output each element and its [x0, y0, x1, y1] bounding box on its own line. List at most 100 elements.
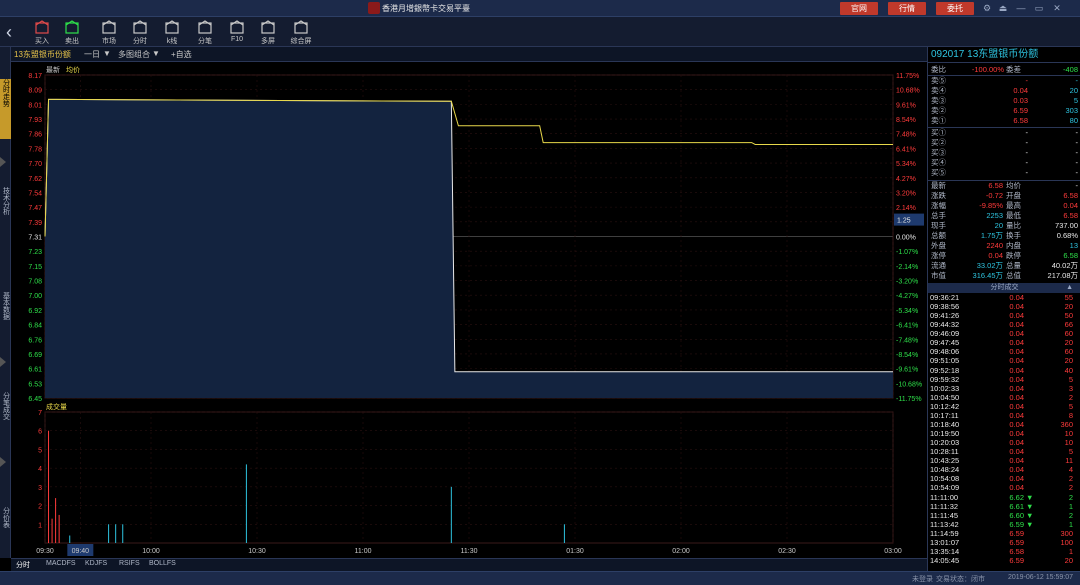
toolbar-label: 多屏: [261, 38, 275, 45]
tab-bollfs[interactable]: BOLLFS: [149, 560, 176, 567]
sidebar-label: 分价表: [2, 507, 10, 528]
volume: 303: [1065, 106, 1078, 115]
tab-timeshare[interactable]: 分时: [16, 560, 30, 570]
order-button[interactable]: 委托: [936, 2, 974, 15]
price: 0.04: [1013, 86, 1028, 95]
y-tick-label: 8.09: [28, 88, 42, 95]
detail-row: 现手 20 量比 737.00: [928, 221, 1080, 231]
bid-row: 买⑤ - -: [928, 168, 1080, 178]
sidebar-arrow-icon[interactable]: [0, 157, 6, 167]
price: 6.59: [1013, 106, 1028, 115]
trades-header-label: 分时成交: [990, 284, 1019, 291]
volume-tick-label: 6: [38, 429, 42, 436]
timeshare-icon: [133, 20, 147, 34]
toolbar: ‹ 买入 卖出 市场 分时 k线 分笔 F10 多屏 综合屏: [0, 17, 1080, 47]
y-tick-label: 7.70: [28, 161, 42, 168]
value: -408: [1062, 65, 1078, 74]
quote-panel: 092017 13东盟银币份额 委比 -100.00% 委差 -408 卖⑤ - - 卖④ 0.…: [927, 47, 1080, 571]
x-tick-label: 11:30: [461, 548, 478, 555]
toolbar-label: 分笔: [198, 38, 212, 45]
trade-volume: 20: [1064, 556, 1073, 566]
toolbar-document-button[interactable]: F10: [224, 19, 250, 45]
toolbar-house-sell-button[interactable]: 卖出: [59, 19, 85, 45]
trades-header[interactable]: 分时成交 ▲: [928, 283, 1080, 293]
y-tick-label-pct: 2.14%: [896, 205, 916, 212]
tab-macdfs[interactable]: MACDFS: [46, 560, 76, 567]
label: 卖③: [931, 96, 946, 105]
toolbar-label: F10: [230, 36, 244, 43]
y-tick-label: 7.31: [28, 235, 42, 242]
label: 买②: [931, 138, 946, 147]
x-tick-label: 02:00: [672, 548, 690, 555]
volume: -: [1075, 138, 1079, 147]
volume: 5: [1073, 96, 1078, 105]
value: 1.75万: [980, 231, 1003, 240]
x-tick-label: 10:00: [142, 548, 160, 555]
order-ratio-row: 委比 -100.00% 委差 -408: [928, 65, 1080, 75]
y-tick-label: 6.76: [28, 337, 42, 344]
bid-row: 买① - -: [928, 128, 1080, 138]
label: 跌停: [1006, 251, 1021, 260]
volume-tick-label: 5: [38, 447, 42, 454]
price-chart[interactable]: 8.17 11.75% 8.09 10.68% 8.01 9.61% 7.93 8.54% 7.…: [11, 47, 927, 558]
tab-rsifs[interactable]: RSIFS: [119, 560, 140, 567]
bid-row: 买③ - -: [928, 148, 1080, 158]
toolbar-label: 买入: [35, 38, 49, 45]
volume: -: [1075, 168, 1079, 177]
toolbar-bag-button[interactable]: 市场: [96, 19, 122, 45]
tab-kdjfs[interactable]: KDJFS: [85, 560, 107, 567]
toolbar-multiscreen-button[interactable]: 多屏: [255, 19, 281, 45]
eject-icon[interactable]: ⏏: [998, 3, 1008, 13]
toolbar-label: 市场: [102, 38, 116, 45]
volume: 80: [1069, 116, 1078, 125]
y-tick-label-pct: -4.27%: [896, 293, 918, 300]
settings-icon[interactable]: ⚙: [982, 3, 992, 13]
label: 买③: [931, 148, 946, 157]
quotes-button[interactable]: 行情: [888, 2, 926, 15]
ask-row: 卖③ 0.03 5: [928, 96, 1080, 106]
website-button[interactable]: 官网: [840, 2, 878, 15]
sidebar-item-trades[interactable]: 分笔成交: [0, 392, 11, 437]
toolbar-timeshare-button[interactable]: 分时: [127, 19, 153, 45]
label: 最新: [931, 181, 946, 190]
y-tick-label-pct: 5.34%: [896, 161, 916, 168]
y-tick-label-pct: 11.75%: [896, 73, 919, 80]
y-tick-label-pct: -3.20%: [896, 279, 918, 286]
price: -: [1025, 148, 1029, 157]
label: 总额: [931, 231, 946, 240]
sidebar-arrow-icon[interactable]: [0, 457, 6, 467]
restore-icon[interactable]: ▭: [1034, 3, 1044, 13]
price: -: [1025, 138, 1029, 147]
close-icon[interactable]: ✕: [1052, 3, 1062, 13]
value: 6.58: [1063, 251, 1078, 260]
label: 外盘: [931, 241, 946, 250]
trade-status: 交易状态：闭市: [936, 576, 985, 583]
y-tick-label-pct: -5.34%: [896, 308, 918, 315]
minimize-icon[interactable]: —: [1016, 3, 1026, 13]
label: 卖②: [931, 106, 946, 115]
toolbar-label: k线: [166, 38, 178, 45]
label: 换手: [1006, 231, 1021, 240]
sidebar-item-timeshare[interactable]: 分时走势: [0, 79, 11, 139]
bid-row: 买② - -: [928, 138, 1080, 148]
back-arrow-icon[interactable]: ‹: [6, 23, 20, 41]
sidebar-arrow-icon[interactable]: [0, 357, 6, 367]
toolbar-grid-button[interactable]: 综合屏: [288, 19, 314, 45]
toolbar-candlestick-button[interactable]: k线: [159, 19, 185, 45]
y-tick-label: 7.23: [28, 249, 42, 256]
toolbar-list-button[interactable]: 分笔: [192, 19, 218, 45]
label: 涨跌: [931, 191, 946, 200]
label: 委差: [1006, 65, 1021, 74]
chevron-up-icon[interactable]: ▲: [1066, 283, 1073, 293]
detail-row: 最新 6.58 均价 -: [928, 181, 1080, 191]
trade-time: 14:05:45: [930, 556, 960, 566]
sidebar-item-price-table[interactable]: 分价表: [0, 507, 11, 547]
house-sell-icon: [65, 20, 79, 34]
multiscreen-icon: [261, 20, 275, 34]
sidebar-item-fundamental[interactable]: 基本数据: [0, 292, 11, 342]
toolbar-house-buy-button[interactable]: 买入: [29, 19, 55, 45]
volume: -: [1075, 148, 1079, 157]
title-bar: 香港月增銀幣卡交易平臺 官网 行情 委托 ⚙ ⏏ — ▭ ✕: [0, 0, 1080, 17]
sidebar-item-technical[interactable]: 技术分析: [0, 187, 11, 237]
volume-tick-label: 7: [38, 410, 42, 417]
